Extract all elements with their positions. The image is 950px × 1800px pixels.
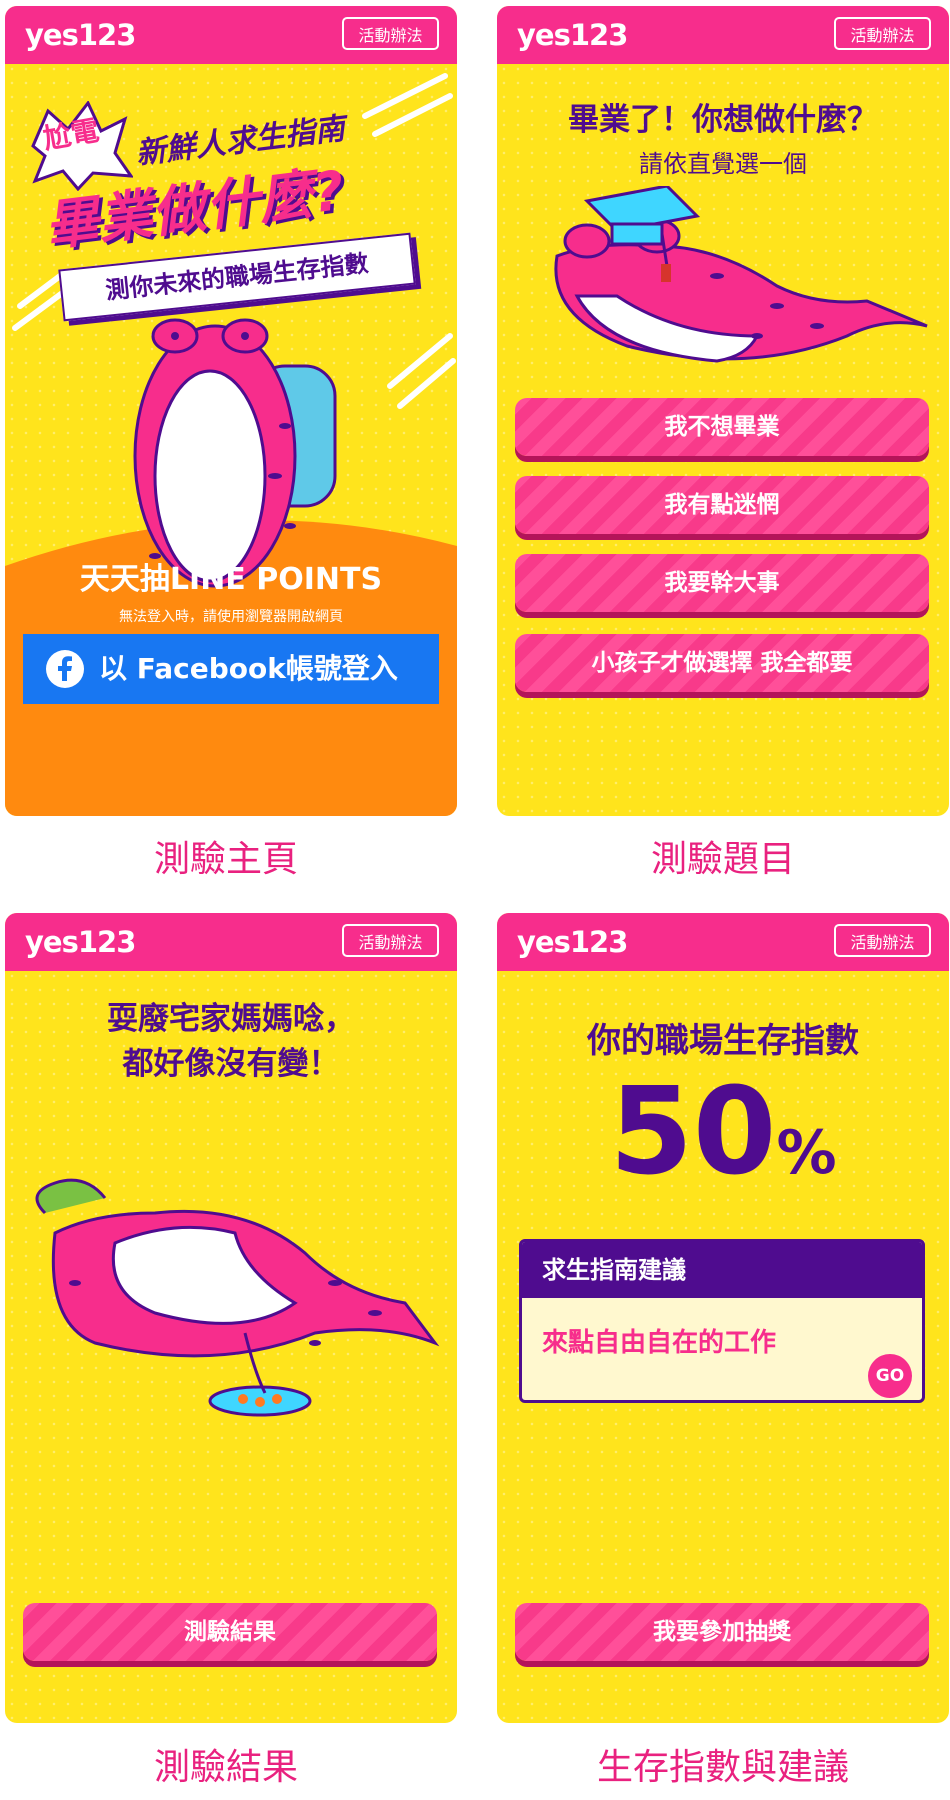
top-bar: yes123 活動辦法 — [497, 6, 949, 64]
score-value: 50 — [609, 1063, 777, 1202]
frog-graduate-illustration — [554, 186, 928, 363]
advice-card: 求生指南建議 來點自由自在的工作 GO — [519, 1239, 925, 1403]
caption-home: 測驗主頁 — [153, 839, 298, 880]
badge-char-2: 電 — [68, 113, 102, 151]
caption-question: 測驗題目 — [650, 839, 795, 880]
facebook-icon — [46, 650, 84, 688]
logo: yes123 — [517, 925, 628, 959]
logo: yes123 — [25, 925, 136, 959]
advice-header: 求生指南建議 — [522, 1242, 922, 1298]
option-button-3[interactable]: 我要幹大事 — [515, 554, 929, 612]
facebook-login-label: 以 Facebook帳號登入 — [99, 652, 398, 685]
top-bar: yes123 活動辦法 — [497, 913, 949, 971]
caption-survival-index: 生存指數與建議 — [596, 1747, 849, 1788]
caption-result: 測驗結果 — [153, 1747, 298, 1788]
result-line-2: 都好像沒有變！ — [122, 1046, 340, 1082]
rules-button[interactable]: 活動辦法 — [834, 17, 931, 50]
frog-lying-illustration — [35, 1178, 440, 1417]
score-unit: % — [776, 1118, 837, 1188]
option-button-2[interactable]: 我有點迷惘 — [515, 476, 929, 534]
quiz-home-screen: yes123 活動辦法 尬電 新鮮人求生指南 畢業做什麼? 測你未來的職場生存指… — [5, 6, 457, 816]
survival-index-screen: yes123 活動辦法 你的職場生存指數 50% 求生指南建議 來點自由自在的工… — [497, 913, 949, 1723]
top-bar: yes123 活動辦法 — [5, 913, 457, 971]
option-button-4[interactable]: 小孩子才做選擇 我全都要 — [515, 634, 929, 692]
quiz-result-screen: yes123 活動辦法 耍廢宅家媽媽唸， 都好像沒有變！ 測驗結果 — [5, 913, 457, 1723]
logo: yes123 — [517, 18, 628, 52]
score-title: 你的職場生存指數 — [587, 1021, 859, 1061]
daily-draw-text: 天天抽LINE POINTS — [79, 562, 383, 597]
result-line-1: 耍廢宅家媽媽唸， — [107, 1001, 355, 1037]
facebook-login-button[interactable]: 以 Facebook帳號登入 — [23, 634, 439, 704]
score-value-wrap: 50% — [497, 1063, 949, 1202]
view-result-button[interactable]: 測驗結果 — [23, 1603, 437, 1661]
question-title: 畢業了！你想做什麼？ — [568, 102, 878, 138]
rules-button[interactable]: 活動辦法 — [834, 924, 931, 957]
question-hint: 請依直覺選一個 — [639, 150, 807, 178]
advice-text: 來點自由自在的工作 — [542, 1328, 777, 1358]
option-button-1[interactable]: 我不想畢業 — [515, 398, 929, 456]
login-notice: 無法登入時，請使用瀏覽器開啟網頁 — [119, 609, 343, 625]
quiz-question-screen: yes123 活動辦法 畢業了！你想做什麼？ 請依直覺選一個 我不想畢業 我有點… — [497, 6, 949, 816]
go-button[interactable]: GO — [868, 1354, 912, 1398]
join-lottery-button[interactable]: 我要參加抽獎 — [515, 1603, 929, 1661]
rules-button[interactable]: 活動辦法 — [342, 924, 439, 957]
